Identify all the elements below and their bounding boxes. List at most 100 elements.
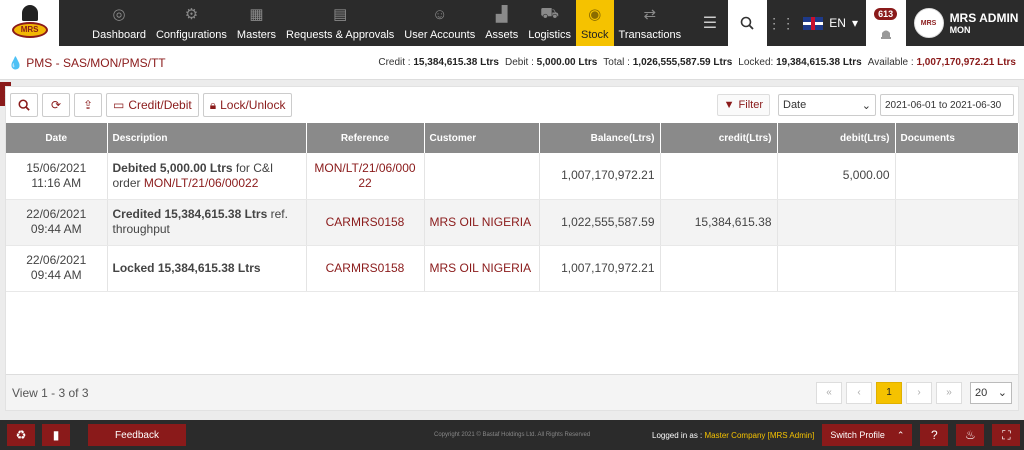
available-label: Available :	[867, 57, 914, 68]
company-logo[interactable]: MRS	[0, 0, 60, 46]
chevron-up-icon: ⌃	[896, 429, 905, 440]
lock-unlock-label: Lock/Unlock	[220, 98, 286, 112]
users-icon: ☺	[432, 5, 448, 23]
table-row[interactable]: 22/06/2021 09:44 AM Credited 15,384,615.3…	[6, 199, 1019, 246]
bell-icon	[880, 30, 891, 39]
user-menu[interactable]: MRS MRS ADMIN MON	[906, 0, 1024, 46]
nav-label: Assets	[485, 29, 519, 41]
page-size-value: 20	[975, 386, 988, 399]
breadcrumb: 💧 PMS - SAS/MON/PMS/TT	[8, 56, 372, 70]
nav-masters[interactable]: ▦ Masters	[232, 0, 281, 46]
filter-button[interactable]: ▼ Filter	[716, 94, 770, 116]
column-header-credit[interactable]: credit(Ltrs)	[660, 123, 778, 153]
recycle-button[interactable]: ♻	[7, 424, 35, 446]
column-header-reference[interactable]: Reference	[306, 123, 425, 153]
last-page-button[interactable]: »	[936, 381, 962, 404]
date: 22/06/2021	[26, 253, 87, 267]
refresh-button[interactable]: ⟳	[42, 93, 70, 117]
reference-cell[interactable]: CARMRS0158	[306, 199, 425, 246]
date-range-value: 2021-06-01 to 2021-06-30	[885, 99, 1002, 111]
ledger-toolbar: ⟳ ⇪ ▭ Credit/Debit 🔒︎ Lock/Unlock ▼ Filter …	[6, 87, 1018, 123]
truck-icon: ⛟	[540, 4, 560, 22]
reference-cell[interactable]: CARMRS0158	[306, 245, 425, 292]
available-stat: Available : 1,007,170,972.21 Ltrs	[868, 57, 1016, 68]
debit-stat: Debit : 5,000.00 Ltrs	[505, 57, 597, 68]
bookmark-button[interactable]: ▮	[42, 424, 70, 446]
nav-logistics[interactable]: ⛟ Logistics	[523, 0, 576, 46]
pagination-info: View 1 - 3 of 3	[12, 385, 89, 400]
balance-cell: 1,007,170,972.21	[539, 153, 661, 200]
total-stat: Total : 1,026,555,587.59 Ltrs	[603, 57, 732, 68]
fullscreen-button[interactable]: ⛶	[992, 424, 1021, 446]
current-page-button[interactable]: 1	[876, 381, 902, 404]
flame-icon: ♨	[965, 428, 976, 442]
top-navbar: MRS ◎ Dashboard ⚙ Configurations ▦ Masters …	[0, 0, 1024, 46]
first-page-button[interactable]: «	[816, 381, 842, 404]
search-button[interactable]	[10, 93, 38, 117]
switch-profile-button[interactable]: Switch Profile ⌃	[822, 424, 913, 446]
column-header-description[interactable]: Description	[107, 123, 307, 153]
ledger-table: Date Description Reference Customer Bala…	[6, 123, 1019, 292]
nav-dashboard[interactable]: ◎ Dashboard	[87, 0, 151, 46]
reference-cell[interactable]: MON/LT/21/06/00022	[306, 153, 425, 200]
date: 22/06/2021	[26, 207, 87, 221]
question-icon: ?	[931, 428, 938, 442]
uk-flag-icon	[803, 16, 824, 30]
flame-button[interactable]: ♨	[956, 424, 985, 446]
column-header-balance[interactable]: Balance(Ltrs)	[539, 123, 661, 153]
order-link[interactable]: MON/LT/21/06/00022	[144, 176, 259, 190]
recycle-icon: ♻	[15, 428, 27, 442]
table-row[interactable]: 15/06/2021 11:16 AM Debited 5,000.00 Ltrs…	[6, 153, 1019, 200]
next-page-button[interactable]: ›	[906, 381, 932, 404]
filter-label: Filter	[738, 99, 763, 111]
debit-label: Debit :	[504, 57, 534, 68]
nav-stock[interactable]: ◉ Stock	[576, 0, 614, 46]
credit-label: Credit :	[378, 57, 411, 68]
hamburger-menu-icon[interactable]: ☰	[696, 0, 724, 46]
apps-grid-icon[interactable]: ⋮⋮	[767, 0, 795, 46]
time: 09:44 AM	[30, 268, 82, 282]
total-value: 1,026,555,587.59 Ltrs	[632, 57, 733, 68]
table-header-row: Date Description Reference Customer Bala…	[6, 123, 1019, 153]
search-button[interactable]	[727, 0, 768, 46]
search-icon	[741, 16, 755, 30]
date-range-input[interactable]: 2021-06-01 to 2021-06-30	[880, 94, 1014, 116]
notifications-button[interactable]: 613	[866, 0, 906, 46]
nav-user-accounts[interactable]: ☺ User Accounts	[399, 0, 480, 46]
nav-label: Dashboard	[92, 29, 146, 41]
description-cell: Locked 15,384,615.38 Ltrs	[107, 245, 307, 292]
copyright-text: Copyright 2021 © Bastaf Holdings Ltd. Al…	[434, 432, 591, 438]
pagination-bar: View 1 - 3 of 3 « ‹ 1 › » 20 ⌄	[6, 374, 1018, 410]
page-size-select[interactable]: 20 ⌄	[970, 381, 1012, 404]
feedback-button[interactable]: Feedback	[88, 424, 186, 446]
coins-icon: ◉	[588, 6, 602, 23]
nav-configurations[interactable]: ⚙ Configurations	[151, 0, 232, 46]
lock-unlock-button[interactable]: 🔒︎ Lock/Unlock	[202, 93, 293, 117]
column-header-documents[interactable]: Documents	[895, 123, 1019, 153]
logo-text: MRS	[11, 22, 48, 38]
language-selector[interactable]: EN ▾	[795, 0, 866, 46]
credit-cell: 15,384,615.38	[660, 199, 778, 246]
export-button[interactable]: ⇪	[74, 93, 102, 117]
prev-page-button[interactable]: ‹	[846, 381, 872, 404]
column-header-date[interactable]: Date	[6, 123, 108, 153]
column-header-customer[interactable]: Customer	[424, 123, 540, 153]
breadcrumb-text: PMS - SAS/MON/PMS/TT	[26, 55, 166, 70]
drop-icon: 💧	[8, 55, 23, 70]
help-button[interactable]: ?	[920, 424, 949, 446]
stock-info-bar: 💧 PMS - SAS/MON/PMS/TT Credit : 15,384,6…	[0, 46, 1024, 80]
wallet-icon: ▭	[113, 98, 125, 112]
nav-label: Requests & Approvals	[286, 29, 395, 41]
avatar: MRS	[913, 8, 944, 38]
description-bold: Debited 5,000.00 Ltrs	[112, 160, 233, 175]
credit-debit-button[interactable]: ▭ Credit/Debit	[106, 93, 199, 117]
nav-requests-approvals[interactable]: ▤ Requests & Approvals	[281, 0, 399, 46]
user-name: MRS ADMIN	[949, 10, 1019, 25]
table-row[interactable]: 22/06/2021 09:44 AM Locked 15,384,615.38 …	[6, 245, 1019, 292]
nav-assets[interactable]: ▟ Assets	[480, 0, 523, 46]
nav-transactions[interactable]: ⇄ Transactions	[614, 0, 687, 46]
description-bold: Credited 15,384,615.38 Ltrs	[112, 207, 268, 221]
main-nav: ◎ Dashboard ⚙ Configurations ▦ Masters ▤ Req…	[87, 0, 686, 46]
filter-field-select[interactable]: Date ⌄	[778, 94, 876, 116]
column-header-debit[interactable]: debit(Ltrs)	[777, 123, 896, 153]
